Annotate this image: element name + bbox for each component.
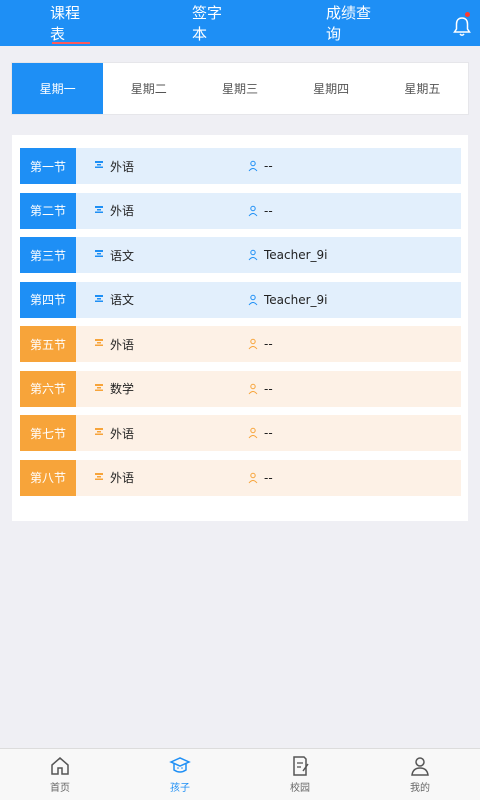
subject-name: 外语: [110, 204, 135, 218]
nav-label: 孩子: [170, 783, 190, 794]
tab-signature-book[interactable]: 签字本: [192, 0, 234, 46]
user-icon: [411, 757, 429, 776]
teacher-name: --: [264, 337, 273, 351]
subject-name: 外语: [110, 337, 135, 352]
period-label: 第二节: [20, 192, 76, 229]
teacher-icon: [248, 205, 258, 216]
bell-icon[interactable]: [452, 12, 472, 38]
schedule-row[interactable]: 第五节 外语 --: [20, 326, 461, 362]
teacher-name: --: [264, 426, 273, 440]
period-label: 第八节: [20, 459, 76, 496]
teacher-name: Teacher_9i: [264, 248, 328, 262]
tab-grade-query[interactable]: 成绩查询: [326, 0, 382, 46]
nav-child[interactable]: 孩子: [120, 749, 240, 800]
period-label: 第一节: [20, 148, 76, 184]
teacher-name: --: [264, 381, 273, 396]
teacher-icon: [248, 294, 258, 305]
document-edit-icon: [293, 756, 309, 776]
tab-tuesday[interactable]: 星期二: [103, 63, 194, 114]
schedule-row[interactable]: 第二节 外语 --: [20, 192, 461, 229]
weekday-tabs: 星期一 星期二 星期三 星期四 星期五: [12, 63, 468, 114]
schedule-row[interactable]: 第八节 外语 --: [20, 459, 461, 496]
period-label: 第六节: [20, 370, 76, 407]
tab-schedule[interactable]: 课程表: [50, 0, 92, 46]
period-label: 第四节: [20, 281, 76, 318]
period-label: 第七节: [20, 415, 76, 451]
subject-name: 语文: [110, 293, 135, 307]
period-label: 第三节: [20, 237, 76, 273]
tab-wednesday[interactable]: 星期三: [194, 63, 285, 114]
nav-home[interactable]: 首页: [0, 749, 120, 800]
teacher-icon: [248, 160, 258, 172]
subject-name: 外语: [110, 426, 135, 441]
book-icon: [95, 250, 103, 257]
subject-name: 语文: [110, 248, 135, 263]
teacher-name: --: [264, 159, 273, 173]
schedule-row[interactable]: 第一节 外语 --: [20, 148, 461, 184]
nav-profile[interactable]: 我的: [360, 749, 480, 800]
subject-name: 外语: [110, 471, 135, 485]
book-icon: [95, 205, 103, 213]
nav-label: 首页: [50, 783, 70, 794]
nav-campus[interactable]: 校园: [240, 749, 360, 800]
teacher-icon: [248, 383, 258, 394]
book-icon: [95, 428, 103, 435]
subject-name: 外语: [110, 159, 135, 174]
teacher-icon: [248, 427, 258, 439]
notification-dot: [465, 12, 470, 17]
subject-name: 数学: [110, 382, 135, 396]
teacher-name: Teacher_9i: [264, 292, 328, 307]
teacher-icon: [248, 472, 258, 483]
schedule-row[interactable]: 第四节 语文 Teacher_9i: [20, 281, 461, 318]
book-icon: [95, 383, 103, 391]
tab-monday[interactable]: 星期一: [12, 63, 104, 114]
nav-label: 校园: [290, 783, 310, 794]
tab-thursday[interactable]: 星期四: [286, 63, 377, 114]
book-icon: [95, 161, 103, 168]
schedule-list: 第一节 外语 -- 第二节 外语 -- 第三节 语文 Teacher_9i 第四…: [12, 135, 468, 521]
period-label: 第五节: [20, 326, 76, 362]
nav-label: 我的: [410, 783, 430, 794]
teacher-icon: [248, 338, 258, 350]
teacher-icon: [248, 249, 258, 261]
teacher-name: --: [264, 470, 273, 485]
book-icon: [95, 472, 103, 480]
home-icon: [51, 757, 69, 775]
tab-friday[interactable]: 星期五: [377, 63, 468, 114]
book-icon: [95, 339, 103, 346]
schedule-row[interactable]: 第七节 外语 --: [20, 415, 461, 451]
schedule-row[interactable]: 第六节 数学 --: [20, 370, 461, 407]
schedule-row[interactable]: 第三节 语文 Teacher_9i: [20, 237, 461, 273]
teacher-name: --: [264, 203, 273, 218]
bottom-nav-bar: 首页 孩子 校园 我的: [0, 748, 480, 800]
top-nav-bar: 课程表 签字本 成绩查询: [0, 0, 480, 46]
graduation-cap-icon: [169, 757, 191, 773]
book-icon: [95, 294, 103, 302]
